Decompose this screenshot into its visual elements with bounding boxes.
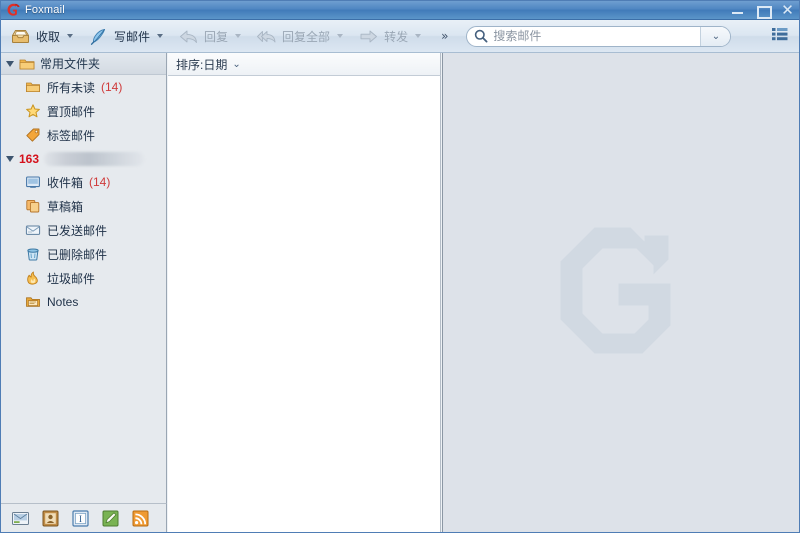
contacts-icon <box>41 509 60 528</box>
search-input[interactable] <box>489 27 701 45</box>
close-button[interactable]: ✕ <box>781 2 794 17</box>
forward-button[interactable]: 转发 <box>351 23 427 50</box>
reply-all-button[interactable]: 回复全部 <box>249 23 349 50</box>
sidebar-item-inbox-count: (14) <box>89 175 111 189</box>
reply-label: 回复 <box>204 29 229 44</box>
sidebar-item-tagged-mail[interactable]: 标签邮件 <box>1 123 166 147</box>
triangle-expanded-icon[interactable] <box>6 155 14 162</box>
mail-icon <box>11 509 30 528</box>
reply-button[interactable]: 回复 <box>171 23 247 50</box>
sidebar-item-pinned-mail-label: 置顶邮件 <box>47 104 96 119</box>
sidebar-item-pinned-mail[interactable]: 置顶邮件 <box>1 99 166 123</box>
list-layout-toggle-button[interactable] <box>769 25 791 47</box>
rss-icon <box>131 509 150 528</box>
compose-mail-label: 写邮件 <box>114 29 151 44</box>
search-icon <box>473 28 489 44</box>
sidebar-item-all-unread-label: 所有未读 <box>47 80 96 95</box>
search-box[interactable]: ⌄ <box>466 25 732 47</box>
sidebar-item-drafts-label: 草稿箱 <box>47 199 84 214</box>
rss-module-button[interactable] <box>131 509 150 528</box>
sidebar-item-inbox[interactable]: 收件箱 (14) <box>1 170 166 194</box>
quill-pen-icon <box>88 26 109 47</box>
sent-icon <box>25 222 41 238</box>
sidebar-item-all-unread-count: (14) <box>101 80 123 94</box>
pencil-note-icon <box>101 509 120 528</box>
info-module-button[interactable]: I <box>71 509 90 528</box>
sidebar-item-drafts[interactable]: 草稿箱 <box>1 194 166 218</box>
mail-module-button[interactable] <box>11 509 30 528</box>
compose-mail-button[interactable]: 写邮件 <box>81 23 169 50</box>
inbox-tray-icon <box>10 26 31 47</box>
maximize-button[interactable] <box>756 4 772 19</box>
folder-icon <box>25 79 41 95</box>
toolbar-overflow-button[interactable]: » <box>435 25 454 47</box>
chevron-down-icon[interactable] <box>415 34 422 38</box>
chevron-down-icon[interactable] <box>337 34 344 38</box>
info-card-icon: I <box>71 509 90 528</box>
inbox-icon <box>25 174 41 190</box>
receive-mail-button[interactable]: 收取 <box>3 23 79 50</box>
account-address-redacted <box>44 151 145 166</box>
module-bottom-bar: I <box>1 503 167 532</box>
trash-icon <box>25 246 41 262</box>
list-layout-icon <box>771 26 789 47</box>
drafts-icon <box>25 198 41 214</box>
sidebar-item-junk[interactable]: 垃圾邮件 <box>1 266 166 290</box>
sidebar-item-sent[interactable]: 已发送邮件 <box>1 218 166 242</box>
sidebar-item-deleted-label: 已删除邮件 <box>47 247 108 262</box>
forward-arrow-icon <box>358 26 379 47</box>
chevron-down-icon[interactable] <box>157 34 164 38</box>
receive-mail-label: 收取 <box>36 29 61 44</box>
sidebar-item-inbox-label: 收件箱 <box>47 175 84 190</box>
contacts-module-button[interactable] <box>41 509 60 528</box>
message-preview-pane <box>442 53 799 532</box>
sidebar-item-junk-label: 垃圾邮件 <box>47 271 96 286</box>
chevron-double-down-icon: ⌄ <box>711 30 721 42</box>
reply-arrow-icon <box>178 26 199 47</box>
sidebar-item-all-unread[interactable]: 所有未读 (14) <box>1 75 166 99</box>
search-options-dropdown[interactable]: ⌄ <box>700 26 731 46</box>
main-toolbar: 收取 写邮件 回复 回复全部 转发 » 搜索邮件 ⌄ <box>1 20 799 53</box>
account-provider-label: 163 <box>19 151 40 166</box>
junk-icon <box>25 270 41 286</box>
reply-all-arrow-icon <box>256 26 277 47</box>
chevron-down-icon[interactable]: ⌄ <box>232 59 240 70</box>
foxmail-g-watermark-icon <box>559 225 684 360</box>
minimize-button[interactable] <box>731 4 744 17</box>
forward-label: 转发 <box>384 29 409 44</box>
sidebar-item-notes[interactable]: Notes <box>1 290 166 314</box>
sidebar-item-notes-label: Notes <box>47 295 79 309</box>
window-title: Foxmail <box>25 4 65 16</box>
sidebar-account-163[interactable]: 163 <box>1 147 166 170</box>
chevron-down-icon[interactable] <box>235 34 242 38</box>
sidebar-item-tagged-mail-label: 标签邮件 <box>47 128 96 143</box>
window-controls: ✕ <box>731 1 799 20</box>
sidebar-item-deleted[interactable]: 已删除邮件 <box>1 242 166 266</box>
sort-header[interactable]: 排序:日期 ⌄ <box>168 53 441 76</box>
sort-label: 排序:日期 <box>176 57 228 72</box>
tag-icon <box>25 127 41 143</box>
message-list[interactable] <box>168 76 441 532</box>
notes-folder-icon <box>25 294 41 310</box>
chevron-down-icon[interactable] <box>67 34 74 38</box>
triangle-expanded-icon[interactable] <box>6 60 14 67</box>
folder-icon <box>19 56 35 72</box>
notes-module-button[interactable] <box>101 509 120 528</box>
reply-all-label: 回复全部 <box>282 29 331 44</box>
svg-text:I: I <box>79 515 82 525</box>
title-bar: Foxmail ✕ <box>1 1 799 20</box>
sidebar-item-sent-label: 已发送邮件 <box>47 223 108 238</box>
sidebar-group-favorites[interactable]: 常用文件夹 <box>1 53 166 75</box>
star-icon <box>25 103 41 119</box>
folder-sidebar: 常用文件夹 所有未读 (14) 置顶邮件 标签邮件 163 收件箱 (14) 草… <box>1 53 167 503</box>
foxmail-g-logo-icon <box>5 3 22 18</box>
foxmail-window: Foxmail ✕ 收取 写邮件 回复 回复全部 转发 » 搜索邮件 ⌄ 常用文… <box>0 0 800 533</box>
sidebar-group-favorites-label: 常用文件夹 <box>40 57 101 71</box>
